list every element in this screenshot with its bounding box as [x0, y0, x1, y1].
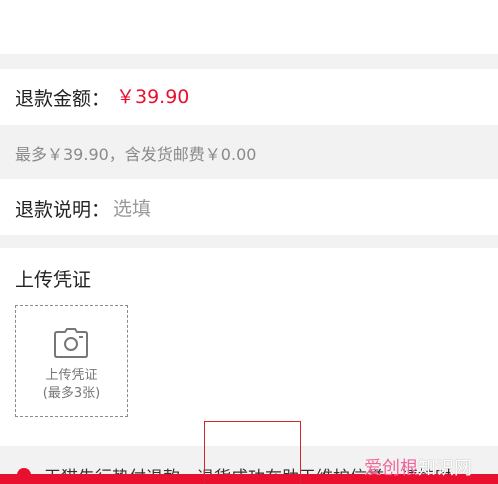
refund-amount-row: 退款金额： ￥39.90	[0, 69, 498, 125]
refund-hint-row: 最多￥39.90，含发货邮费￥0.00	[0, 125, 498, 296]
refund-amount-label: 退款金额：	[15, 88, 111, 110]
watermark-part2: 知识网	[418, 458, 472, 479]
refund-description-label: 退款说明：	[15, 199, 111, 221]
refund-description-row[interactable]: 退款说明： 选填	[0, 179, 498, 235]
upload-proof-button[interactable]: 上传凭证 (最多3张)	[15, 305, 128, 417]
watermark: 爱创根知识网	[364, 454, 472, 480]
refund-description-input[interactable]: 选填	[113, 194, 151, 221]
highlight-box	[204, 421, 301, 484]
refund-hint-text: 最多￥39.90，含发货邮费￥0.00	[15, 145, 257, 164]
upload-box-limit: (最多3张)	[42, 386, 101, 401]
refund-amount-value: ￥39.90	[116, 86, 190, 108]
watermark-part1: 爱创根	[364, 458, 418, 479]
camera-icon	[54, 328, 88, 358]
upload-card: 上传凭证 上传凭证 (最多3张)	[0, 248, 498, 446]
upload-title: 上传凭证	[15, 269, 92, 291]
top-card	[0, 0, 498, 54]
upload-box-label: 上传凭证	[45, 368, 98, 383]
